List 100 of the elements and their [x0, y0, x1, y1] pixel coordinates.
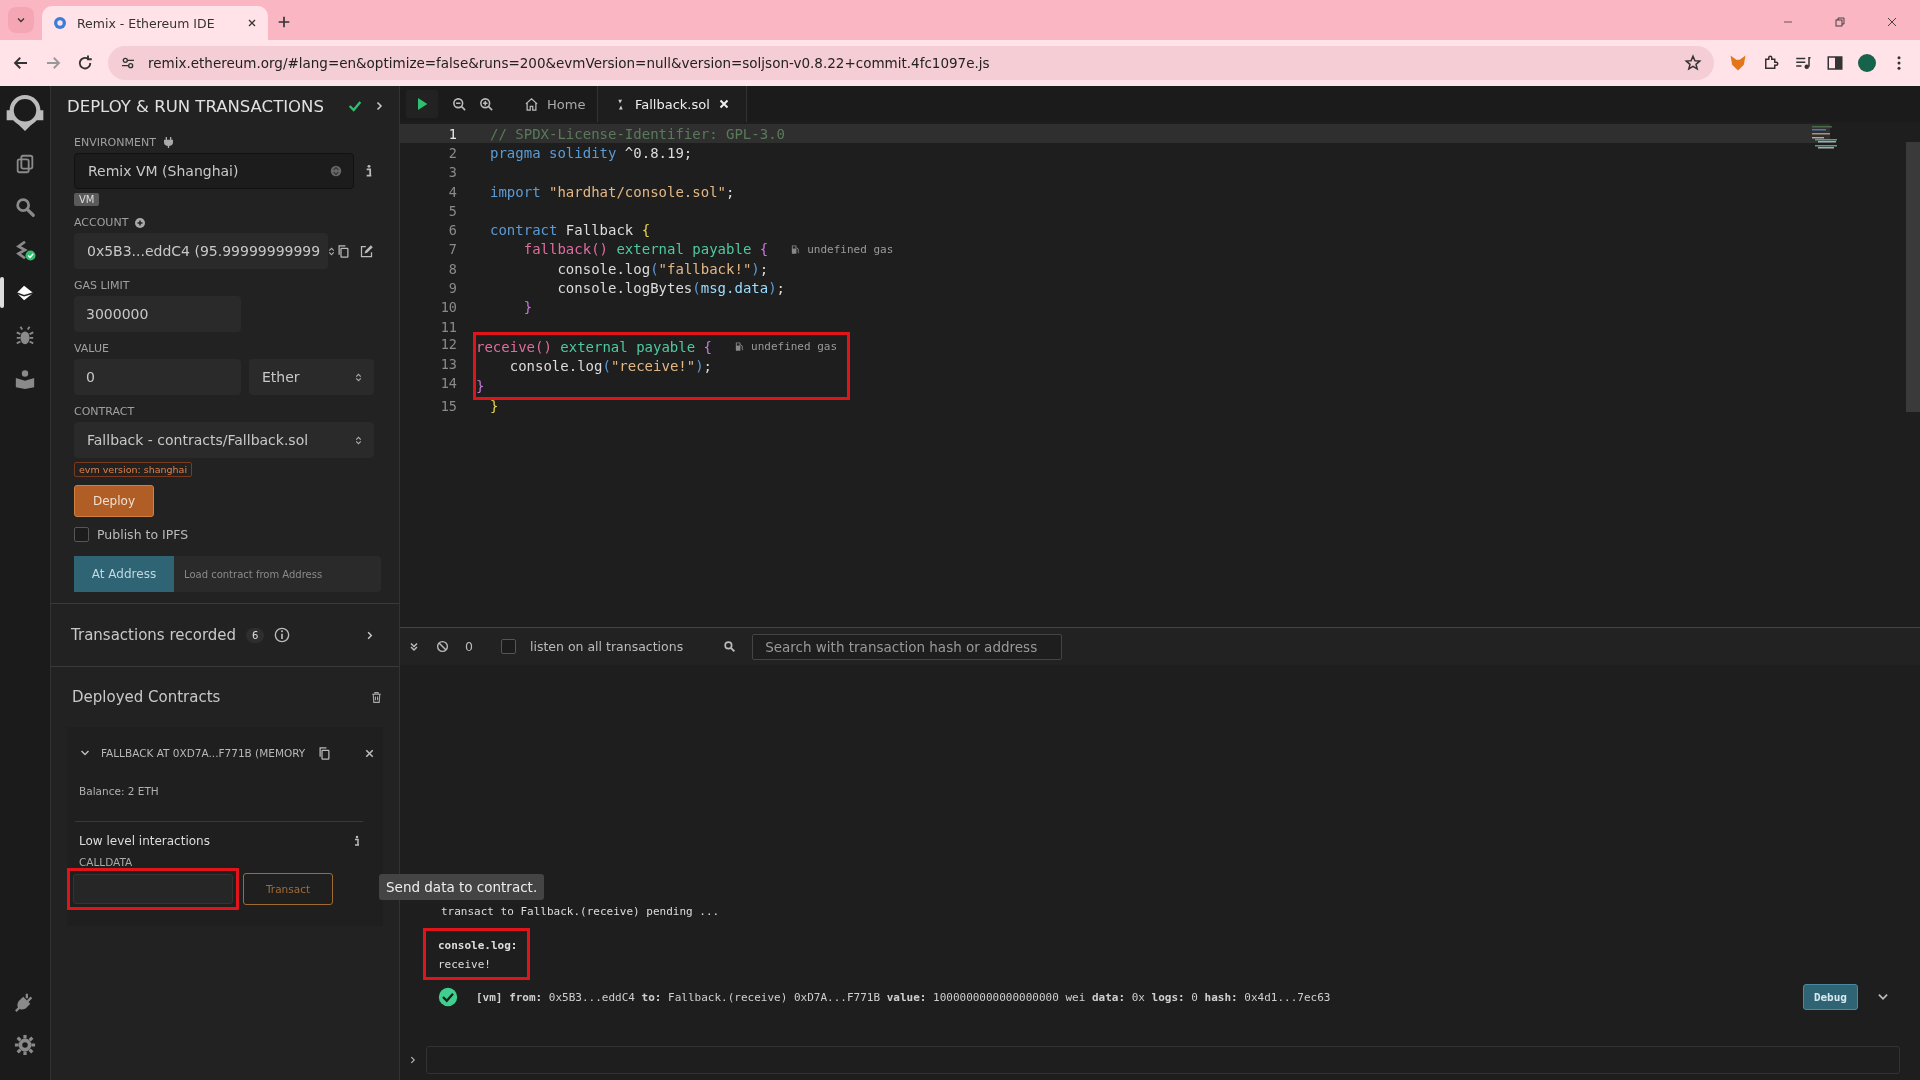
file-explorer-icon[interactable] [14, 152, 36, 175]
code-text: receive() external payable { [476, 338, 712, 355]
compiler-icon[interactable] [14, 238, 36, 261]
address-bar[interactable]: remix.ethereum.org/#lang=en&optimize=false&runs=200&evmVersion=null&version=soljson-v0.8.22+commit.4fc1097e.js [108, 46, 1714, 80]
panel-title: DEPLOY & RUN TRANSACTIONS [67, 96, 325, 116]
gas-pump-icon [790, 243, 802, 255]
fox-extension-icon[interactable] [1728, 53, 1748, 73]
copy-icon[interactable] [336, 243, 351, 259]
tooltip: Send data to contract. [379, 874, 545, 900]
deploy-button[interactable]: Deploy [74, 485, 154, 517]
line-number: 3 [447, 164, 457, 181]
edit-icon[interactable] [359, 243, 374, 259]
close-icon[interactable] [1886, 16, 1898, 28]
line-number: 8 [447, 260, 457, 277]
evm-version-badge: evm version: shanghai [74, 462, 193, 477]
line-number: 10 [439, 299, 457, 316]
contract-name: FALLBACK AT 0XD7A...F771B (MEMORY [101, 747, 307, 759]
line-number: 6 [447, 222, 457, 239]
code-text: console.logBytes(msg.data); [556, 280, 786, 296]
log-title: console.log: [438, 939, 518, 952]
line-number: 7 [447, 241, 457, 258]
scrollbar[interactable] [1906, 142, 1920, 412]
copy-icon[interactable] [317, 745, 332, 761]
line-number: 11 [439, 318, 457, 335]
code-text: } [476, 377, 485, 394]
transact-button[interactable]: Transact [243, 873, 333, 905]
checkbox[interactable] [74, 527, 89, 542]
back-icon[interactable] [12, 54, 30, 72]
line-number: 15 [439, 397, 457, 414]
line-number: 1 [447, 125, 457, 142]
line-number: 9 [447, 280, 457, 296]
checkbox[interactable] [500, 639, 516, 654]
bug-icon[interactable] [14, 324, 36, 347]
code-text: fallback() external payable { [522, 241, 769, 258]
trash-icon[interactable] [370, 690, 383, 704]
field-label: GAS LIMIT [74, 279, 130, 292]
field-label: VALUE [74, 342, 109, 355]
close-icon[interactable] [364, 747, 375, 759]
environment-select[interactable]: Remix VM (Shanghai) [74, 153, 354, 189]
field-label: ACCOUNT [74, 216, 129, 229]
debug-button[interactable]: Debug [1802, 984, 1858, 1010]
unit-select[interactable]: Ether [249, 359, 374, 395]
value-input[interactable]: 0 [74, 359, 241, 395]
count-badge: 6 [246, 627, 265, 643]
extensions-icon[interactable] [1762, 54, 1780, 72]
code-text: } [490, 397, 499, 414]
reload-icon[interactable] [76, 54, 94, 72]
search-field[interactable]: Search with transaction hash or address [752, 633, 1063, 660]
line-number: 4 [447, 183, 457, 200]
search-icon [723, 640, 737, 653]
field-label: ENVIRONMENT [74, 136, 156, 149]
clear-icon[interactable] [436, 640, 449, 653]
collapse-icon[interactable] [408, 640, 420, 653]
settings-icon[interactable] [14, 1033, 36, 1056]
line-number: 5 [447, 202, 457, 219]
remix-logo-icon [5, 92, 45, 132]
code-text: console.log("receive!"); [508, 358, 713, 375]
new-tab-icon[interactable] [276, 14, 292, 30]
gas-estimate: undefined gas [751, 340, 838, 354]
check-icon [347, 98, 363, 114]
close-icon[interactable] [246, 17, 258, 29]
side-panel-icon[interactable] [1826, 54, 1844, 72]
code-text: import "hardhat/console.sol"; [490, 183, 735, 200]
section-title: Deployed Contracts [72, 688, 221, 706]
run-button[interactable] [406, 90, 438, 118]
gas-pump-icon [734, 341, 745, 353]
restore-icon[interactable] [1834, 16, 1846, 28]
bookmark-star-icon[interactable] [1684, 54, 1702, 72]
browser-tab[interactable]: Remix - Ethereum IDE [42, 6, 268, 40]
site-settings-icon [120, 55, 136, 71]
checkbox-label: listen on all transactions [529, 639, 684, 654]
profile-avatar[interactable] [1858, 54, 1876, 72]
field-label: CONTRACT [74, 405, 135, 418]
balance-text: Balance: 2 ETH [75, 771, 363, 822]
code-text: contract Fallback { [490, 222, 651, 239]
plug-icon [161, 136, 175, 149]
code-text: pragma solidity ^0.8.19; [490, 144, 693, 161]
line-number: 12 [439, 336, 457, 355]
select-arrows-icon [353, 434, 364, 446]
section-title: Transactions recorded [71, 626, 237, 644]
code-text: // SPDX-License-Identifier: GPL-3.0 [490, 125, 785, 142]
zoom-out-icon[interactable] [452, 96, 467, 112]
zoom-in-icon[interactable] [479, 96, 494, 112]
pending-count: 0 [465, 639, 473, 654]
log-line: receive! [438, 958, 492, 971]
success-check-icon [438, 987, 458, 1007]
gas-limit-input[interactable]: 3000000 [74, 296, 241, 332]
search-icon[interactable] [14, 195, 36, 218]
transaction-log: [vm] from: 0x5B3...eddC4 to: Fallback.(receive) 0xD7A...F771B value: 1000000000000000000 wei data: 0x logs: 0 hash: 0x4d1...7ec63 [476, 990, 1332, 1004]
media-icon[interactable] [1794, 54, 1812, 72]
reader-icon[interactable] [14, 367, 36, 390]
contract-select[interactable]: Fallback - contracts/Fallback.sol [74, 422, 374, 458]
address-input[interactable]: Load contract from Address [174, 556, 381, 592]
add-icon[interactable] [134, 216, 147, 229]
line-number: 13 [439, 355, 457, 374]
remix-logo-icon [52, 15, 68, 31]
at-address-button[interactable]: At Address [74, 556, 174, 592]
line-number: 2 [447, 144, 457, 161]
log-line: transact to Fallback.(receive) pending ... [441, 905, 721, 918]
info-icon[interactable] [274, 627, 291, 643]
